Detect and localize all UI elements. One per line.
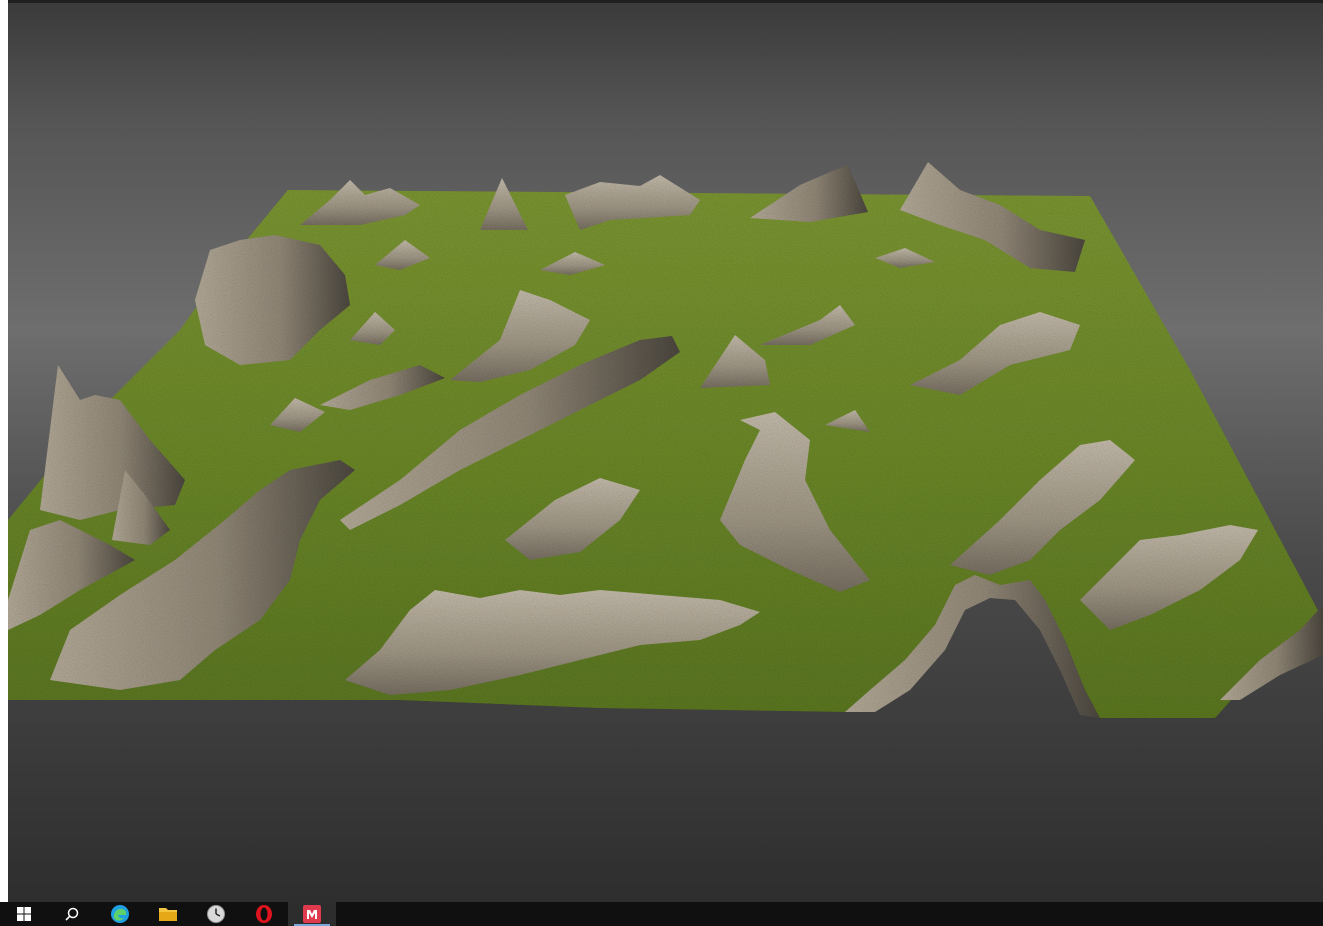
folder-icon — [159, 908, 177, 921]
clock-app-button[interactable] — [192, 902, 240, 926]
3d-viewport[interactable] — [0, 0, 1323, 902]
app-icon — [303, 905, 321, 923]
terrain-render[interactable] — [0, 0, 1323, 902]
edge-browser-icon — [111, 905, 129, 923]
ridge-back-4 — [750, 165, 868, 222]
edge-taskbar-button[interactable] — [96, 902, 144, 926]
windows-taskbar — [0, 902, 1323, 926]
file-explorer-button[interactable] — [144, 902, 192, 926]
opera-browser-icon — [256, 905, 272, 923]
clock-icon — [207, 905, 225, 923]
search-button[interactable] — [48, 902, 96, 926]
opera-button[interactable] — [240, 902, 288, 926]
running-app-button[interactable] — [288, 902, 336, 926]
search-icon — [65, 907, 79, 921]
windows-logo-icon — [17, 907, 31, 921]
start-button[interactable] — [0, 902, 48, 926]
